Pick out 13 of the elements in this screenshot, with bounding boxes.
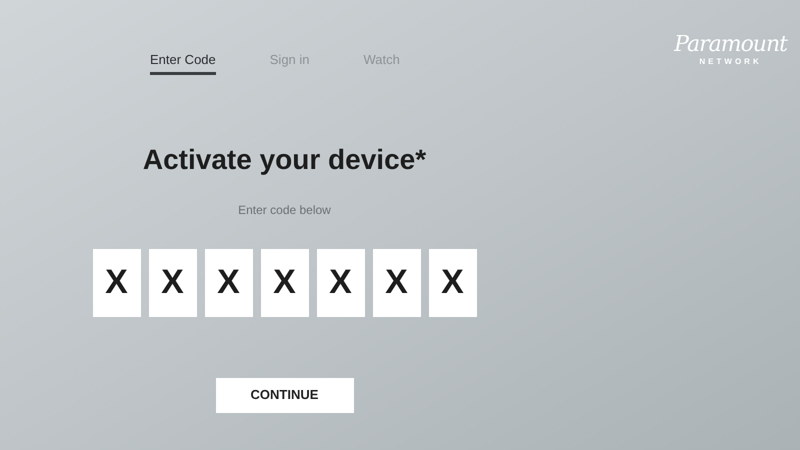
page-heading: Activate your device* — [142, 142, 426, 176]
code-character-field: X — [372, 248, 420, 316]
code-character-field: X — [148, 248, 196, 316]
code-character-field: X — [316, 248, 364, 316]
code-character-field: X — [260, 248, 308, 316]
continue-button[interactable]: CONTINUE — [216, 378, 354, 412]
instruction-text: Enter code below — [238, 202, 331, 218]
nav-tab[interactable]: Enter Code — [150, 50, 216, 74]
code-character-field: X — [428, 248, 476, 316]
logo-subtitle: NETWORK — [699, 57, 762, 67]
code-character-field: X — [204, 248, 252, 316]
logo-wordmark: Paramount — [674, 33, 787, 57]
code-character-field: X — [92, 248, 140, 316]
